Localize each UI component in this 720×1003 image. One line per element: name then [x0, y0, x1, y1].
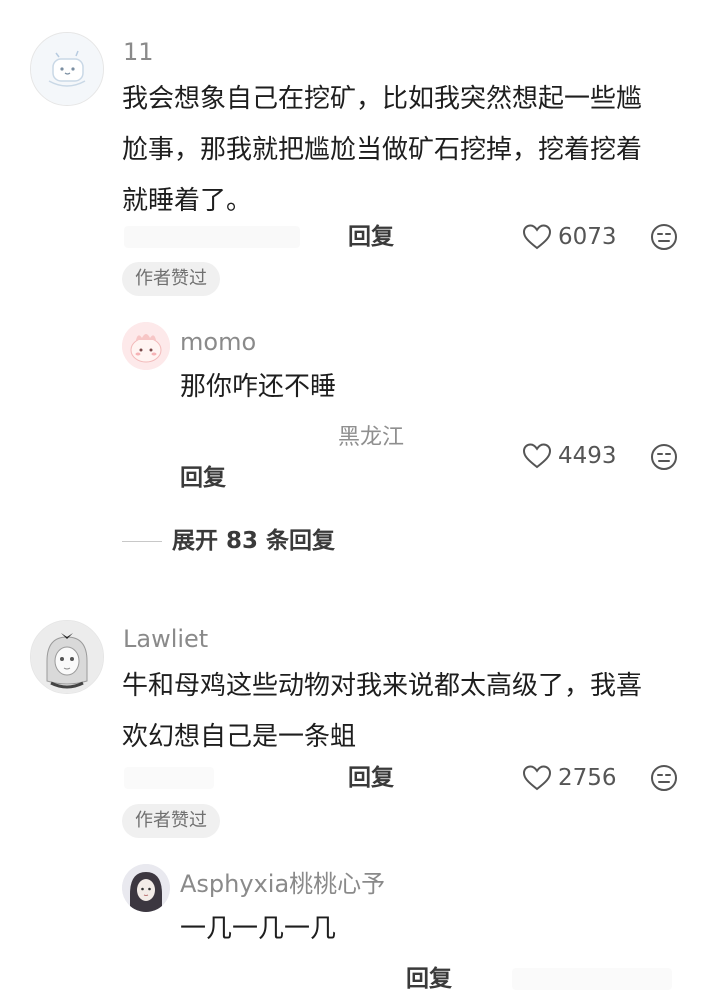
heart-outline-icon [522, 765, 552, 791]
blurred-meta [512, 968, 672, 990]
like-count: 4493 [558, 443, 617, 469]
comment-text: 我会想象自己在挖矿，比如我突然想起一些尴 尬事，那我就把尴尬当做矿石挖掉，挖着挖… [122, 74, 692, 227]
reply-text: 一几一几一几 [180, 914, 337, 944]
like-button[interactable]: 4493 [522, 441, 617, 471]
comment-username[interactable]: Lawliet [123, 624, 208, 654]
comment-username[interactable]: 11 [123, 37, 154, 67]
comment-text: 牛和母鸡这些动物对我来说都太高级了，我喜 欢幻想自己是一条蛆 [122, 661, 692, 763]
like-count: 2756 [558, 765, 617, 791]
blurred-meta [124, 226, 300, 248]
emoji-react-icon[interactable] [650, 223, 678, 251]
reply-button[interactable]: 回复 [348, 763, 394, 793]
author-liked-badge: 作者赞过 [122, 262, 220, 296]
expand-replies-label: 展开 83 条回复 [172, 528, 336, 554]
heart-outline-icon [522, 224, 552, 250]
comment-text-line: 尬事，那我就把尴尬当做矿石挖掉，挖着挖着 [122, 135, 643, 165]
comment-text-line: 欢幻想自己是一条蛆 [122, 722, 357, 752]
avatar-lawliet[interactable] [30, 620, 104, 694]
expand-replies-button[interactable]: 展开 83 条回复 [122, 526, 335, 556]
reply-text: 那你咋还不睡 [180, 372, 337, 402]
comment-text-line: 我会想象自己在挖矿，比如我突然想起一些尴 [122, 84, 643, 114]
heart-outline-icon [522, 443, 552, 469]
like-button[interactable]: 2756 [522, 763, 617, 793]
reply-username[interactable]: momo [180, 327, 256, 357]
divider-line [122, 540, 162, 542]
avatar-momo[interactable] [122, 322, 170, 370]
comment-text-line: 牛和母鸡这些动物对我来说都太高级了，我喜 [122, 671, 643, 701]
like-count: 6073 [558, 224, 617, 250]
avatar-asphyxia[interactable] [122, 864, 170, 912]
avatar-user-11[interactable] [30, 32, 104, 106]
reply-username[interactable]: Asphyxia桃桃心予 [180, 869, 385, 899]
ip-location: 黑龙江 [338, 425, 405, 450]
emoji-react-icon[interactable] [650, 443, 678, 471]
comment-text-line: 就睡着了。 [122, 186, 253, 216]
like-button[interactable]: 6073 [522, 222, 617, 252]
reply-button[interactable]: 回复 [180, 463, 226, 493]
reply-button[interactable]: 回复 [406, 964, 452, 994]
blurred-meta [124, 767, 214, 789]
author-liked-badge: 作者赞过 [122, 804, 220, 838]
reply-button[interactable]: 回复 [348, 222, 394, 252]
emoji-react-icon[interactable] [650, 764, 678, 792]
